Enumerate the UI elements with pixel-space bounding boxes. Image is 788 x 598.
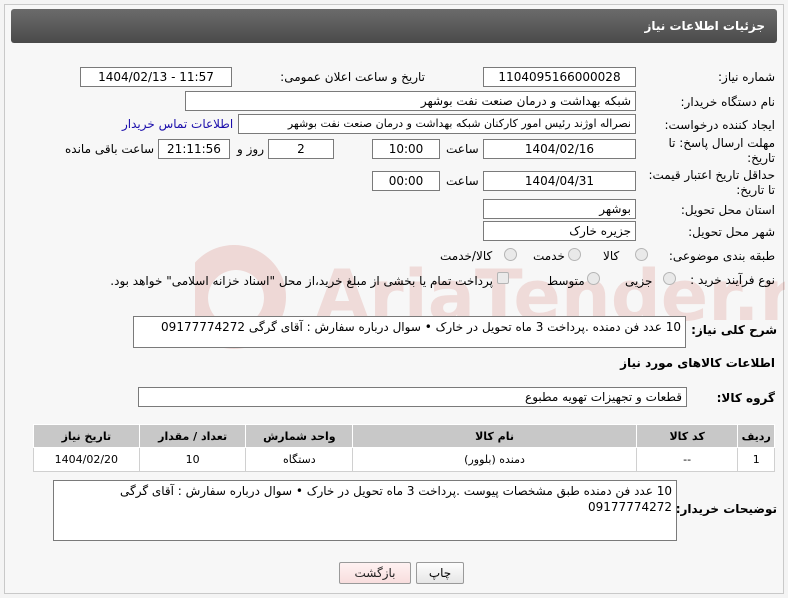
print-button[interactable]: چاپ <box>416 562 464 584</box>
category-option-service: خدمت <box>533 249 565 263</box>
col-need-date: تاریخ نیاز <box>33 424 140 448</box>
need-number-field: 1104095166000028 <box>483 67 636 87</box>
city-label: شهر محل تحویل: <box>688 225 775 239</box>
category-option-goods: کالا <box>603 249 620 263</box>
city-field: جزیره خارک <box>483 221 636 241</box>
category-radio-goods-service[interactable] <box>504 248 517 261</box>
col-code: کد کالا <box>635 424 739 448</box>
table-row: 1 -- دمنده (بلوور) دستگاه 10 1404/02/20 <box>33 447 775 472</box>
col-row: ردیف <box>737 424 775 448</box>
category-option-goods-service: کالا/خدمت <box>440 249 493 263</box>
reply-time-label: ساعت <box>446 142 479 156</box>
creator-field: نصراله اوژند رئیس امور کارکنان شبکه بهدا… <box>238 114 636 134</box>
cell-quantity: 10 <box>138 447 247 472</box>
need-number-label: شماره نیاز: <box>718 70 775 84</box>
cell-need-date: 1404/02/20 <box>33 447 140 472</box>
process-radio-minor[interactable] <box>663 272 676 285</box>
announce-datetime-field: 1404/02/13 - 11:57 <box>80 67 232 87</box>
price-validity-label: حداقل تاریخ اعتبار قیمت: تا تاریخ: <box>648 168 775 197</box>
province-field: بوشهر <box>483 199 636 219</box>
col-unit: واحد شمارش <box>245 424 354 448</box>
buyer-notes-field: 10 عدد فن دمنده طبق مشخصات پیوست .پرداخت… <box>53 480 677 541</box>
general-desc-label: شرح کلی نیاز: <box>691 323 777 337</box>
goods-group-field: قطعات و تجهیزات تهویه مطبوع <box>138 387 687 407</box>
reply-time-field: 10:00 <box>372 139 440 159</box>
goods-group-label: گروه کالا: <box>716 391 775 405</box>
buyer-org-field: شبکه بهداشت و درمان صنعت نفت بوشهر <box>185 91 636 111</box>
process-type-label: نوع فرآیند خرید : <box>690 273 775 287</box>
reply-deadline-label: مهلت ارسال پاسخ: تا تاریخ: <box>668 136 775 165</box>
announce-datetime-label: تاریخ و ساعت اعلان عمومی: <box>280 70 425 84</box>
reply-date-field: 1404/02/16 <box>483 139 636 159</box>
treasury-payment-note: پرداخت تمام یا بخشی از مبلغ خرید،از محل … <box>110 274 493 288</box>
buyer-notes-label: توضیحات خریدار: <box>675 502 777 516</box>
price-validity-date-field: 1404/04/31 <box>483 171 636 191</box>
treasury-payment-checkbox[interactable] <box>497 272 509 284</box>
goods-table-header: ردیف کد کالا نام کالا واحد شمارش تعداد /… <box>33 424 775 448</box>
price-validity-time-field: 00:00 <box>372 171 440 191</box>
col-quantity: تعداد / مقدار <box>138 424 247 448</box>
page-title: جزئیات اطلاعات نیاز <box>11 9 777 43</box>
process-option-minor: جزیی <box>625 274 653 288</box>
goods-table: ردیف کد کالا نام کالا واحد شمارش تعداد /… <box>33 424 775 472</box>
days-field: 2 <box>268 139 334 159</box>
remaining-time-field: 21:11:56 <box>158 139 230 159</box>
cell-code: -- <box>635 447 739 472</box>
buyer-contact-link[interactable]: اطلاعات تماس خریدار <box>122 117 233 131</box>
process-option-medium: متوسط <box>547 274 585 288</box>
buyer-org-label: نام دستگاه خریدار: <box>680 95 776 109</box>
province-label: استان محل تحویل: <box>680 203 775 217</box>
cell-name: دمنده (بلوور) <box>352 447 637 472</box>
cell-unit: دستگاه <box>245 447 354 472</box>
remaining-label: ساعت باقی مانده <box>65 142 155 156</box>
col-name: نام کالا <box>352 424 637 448</box>
category-label: طبقه بندی موضوعی: <box>668 249 775 263</box>
cell-row: 1 <box>737 447 775 472</box>
general-desc-field: 10 عدد فن دمنده .پرداخت 3 ماه تحویل در خ… <box>133 316 686 348</box>
process-radio-medium[interactable] <box>587 272 600 285</box>
category-radio-service[interactable] <box>568 248 581 261</box>
creator-label: ایجاد کننده درخواست: <box>664 118 775 132</box>
back-button[interactable]: بازگشت <box>339 562 411 584</box>
days-label: روز و <box>237 142 264 156</box>
price-validity-time-label: ساعت <box>446 174 479 188</box>
goods-section-title: اطلاعات کالاهای مورد نیاز <box>620 356 775 370</box>
category-radio-goods[interactable] <box>635 248 648 261</box>
